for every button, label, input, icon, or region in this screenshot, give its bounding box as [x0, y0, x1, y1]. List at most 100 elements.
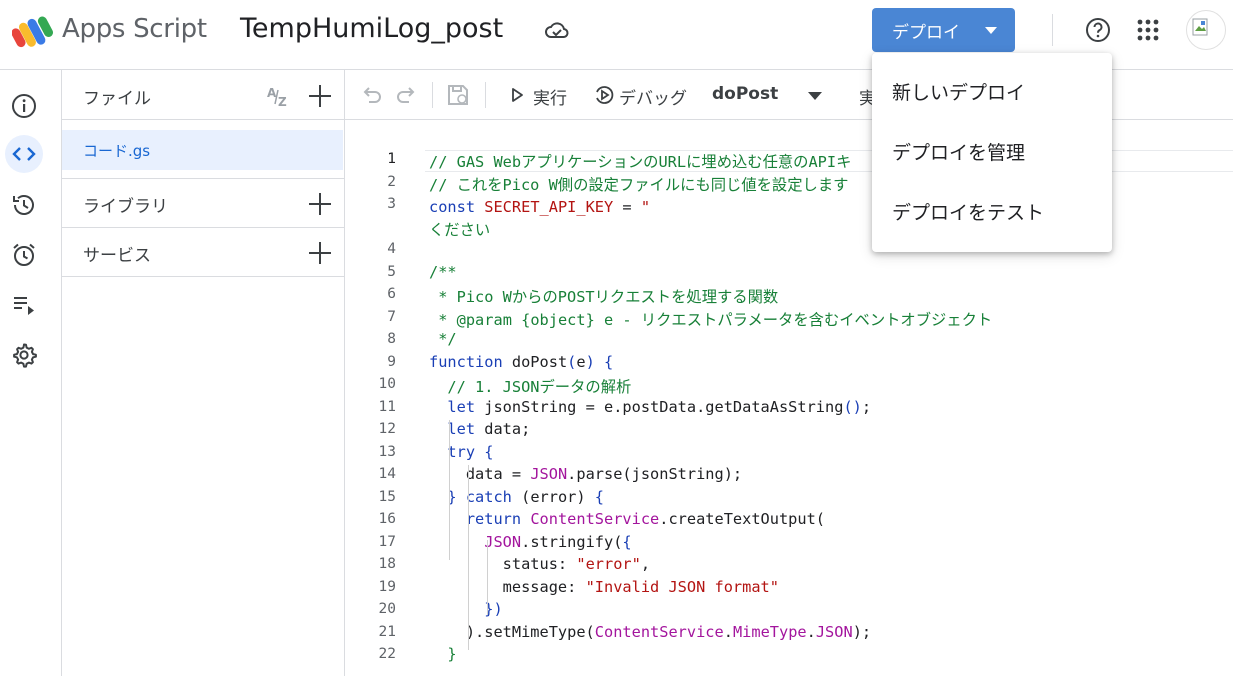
line-number: 4 — [387, 241, 396, 257]
nav-settings[interactable] — [5, 336, 43, 374]
redo-icon[interactable] — [394, 83, 418, 107]
code-token: message: — [429, 577, 586, 596]
code-line[interactable]: 12 let data; — [345, 420, 1233, 443]
code-token: return — [465, 510, 531, 528]
code-token: /** — [429, 262, 457, 281]
code-token: // これをPico W側の設定ファイルにも同じ値を設定します — [429, 175, 849, 194]
code-text: * Pico WからのPOSTリクエストを処理する関数 — [429, 285, 778, 307]
left-nav-rail — [0, 70, 62, 676]
chevron-down-icon — [985, 27, 997, 34]
code-text: // これをPico W側の設定ファイルにも同じ値を設定します — [429, 173, 848, 195]
line-number: 15 — [378, 488, 396, 505]
undo-icon[interactable] — [360, 83, 384, 107]
code-line[interactable]: 19 message: "Invalid JSON format" — [345, 578, 1233, 601]
code-line[interactable]: 16 return ContentService.createTextOutpu… — [345, 510, 1233, 533]
code-line[interactable]: 13 try { — [345, 443, 1233, 466]
code-line[interactable]: 6 * Pico WからのPOSTリクエストを処理する関数 — [345, 285, 1233, 308]
code-token: ).setMimeType( — [429, 622, 595, 641]
code-token: { — [622, 532, 632, 551]
code-token: URLに埋め込む任意のAPIキ — [658, 153, 852, 171]
help-icon[interactable] — [1085, 17, 1111, 43]
nav-triggers[interactable] — [5, 236, 43, 274]
code-line[interactable]: 11 let jsonString = e.postData.getDataAs… — [345, 398, 1233, 421]
run-button[interactable]: 実行 — [533, 84, 567, 109]
indent-guide — [487, 540, 488, 615]
code-token: let — [447, 420, 485, 438]
code-line[interactable]: 7 * @param {object} e - リクエストパラメータを含むイベン… — [345, 308, 1233, 331]
code-token: ください — [429, 220, 491, 239]
code-token: SECRET_API_KEY — [484, 198, 614, 216]
code-line[interactable]: 15 } catch (error) { — [345, 488, 1233, 511]
line-number: 17 — [378, 533, 396, 550]
menu-item-new-deployment[interactable]: 新しいデプロイ — [872, 65, 1112, 121]
apps-script-logo-icon[interactable] — [12, 14, 54, 50]
code-line[interactable]: 14 data = JSON.parse(jsonString); — [345, 465, 1233, 488]
line-number: 7 — [387, 308, 396, 325]
chevron-down-icon[interactable] — [808, 92, 822, 100]
add-service-button[interactable] — [309, 242, 331, 264]
code-token: " — [640, 198, 651, 216]
code-line[interactable]: 5 /** — [345, 263, 1233, 286]
code-line[interactable]: 20 }) — [345, 600, 1233, 623]
line-number: 8 — [387, 331, 396, 347]
code-token: JSON — [815, 622, 853, 641]
function-select[interactable]: doPost — [712, 84, 778, 104]
code-token: * Pico WからのPOSTリクエストを処理する関数 — [429, 288, 779, 306]
code-token: ( — [567, 352, 577, 371]
add-library-button[interactable] — [309, 193, 331, 215]
broken-image-icon — [1192, 18, 1208, 36]
code-line[interactable]: 17 JSON.stringify({ — [345, 533, 1233, 556]
code-text: ).setMimeType(ContentService.MimeType.JS… — [429, 623, 871, 641]
app-name: Apps Script — [62, 14, 207, 44]
services-section: サービス — [62, 227, 345, 276]
code-token: doPost — [511, 352, 568, 371]
deploy-button[interactable]: デプロイ — [872, 8, 1015, 52]
code-token: ContentService — [530, 510, 660, 528]
code-line[interactable]: 21 ).setMimeType(ContentService.MimeType… — [345, 623, 1233, 646]
code-token: data = — [429, 465, 531, 483]
nav-executions[interactable] — [5, 286, 43, 324]
google-apps-icon[interactable] — [1137, 19, 1159, 41]
add-file-button[interactable] — [309, 85, 331, 107]
code-token: ) { — [585, 352, 614, 371]
line-number: 14 — [378, 466, 396, 482]
code-line[interactable]: 18 status: "error", — [345, 555, 1233, 578]
project-title[interactable]: TempHumiLog_post — [240, 13, 503, 44]
save-icon[interactable] — [446, 83, 470, 107]
code-token: .stringify( — [521, 532, 623, 551]
libraries-section: ライブラリ — [62, 178, 345, 227]
code-token: ContentService — [594, 622, 724, 641]
services-label: サービス — [83, 246, 151, 266]
code-line[interactable]: 8 */ — [345, 330, 1233, 353]
code-text: function doPost(e) { — [429, 353, 613, 371]
nav-history[interactable] — [5, 186, 43, 224]
code-text: let data; — [429, 420, 530, 438]
code-text: JSON.stringify({ — [429, 532, 632, 551]
menu-item-manage-deployments[interactable]: デプロイを管理 — [872, 125, 1112, 181]
debug-icon — [596, 86, 614, 104]
play-icon — [512, 88, 523, 102]
code-text: return ContentService.createTextOutput( — [429, 510, 825, 528]
menu-item-test-deployments[interactable]: デプロイをテスト — [872, 185, 1112, 241]
file-item[interactable]: コード.gs — [62, 130, 343, 170]
account-avatar[interactable] — [1186, 10, 1226, 50]
nav-overview[interactable] — [5, 87, 43, 125]
code-token: MimeType — [732, 622, 807, 641]
line-number: 19 — [378, 578, 396, 595]
line-number: 20 — [378, 601, 396, 617]
nav-editor[interactable] — [5, 135, 43, 173]
code-line[interactable]: 9 function doPost(e) { — [345, 353, 1233, 376]
code-line[interactable]: 10 // 1. JSONデータの解析 — [345, 375, 1233, 398]
code-line[interactable]: 22 } — [345, 645, 1233, 668]
code-token: ); — [852, 622, 872, 641]
history-icon — [13, 195, 34, 215]
code-token: { — [594, 487, 605, 506]
svg-text:A: A — [267, 86, 277, 100]
debug-button[interactable]: デバッグ — [619, 84, 687, 109]
sort-az-icon[interactable]: A Z — [266, 84, 292, 108]
